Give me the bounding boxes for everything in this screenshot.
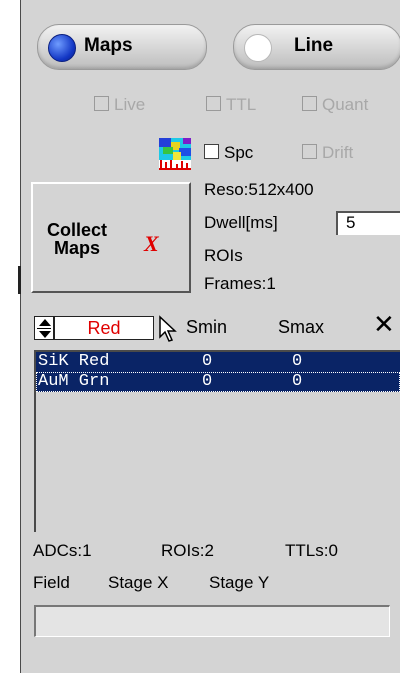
maps-mode-button[interactable]: Maps [37, 24, 207, 70]
line-mode-button[interactable]: Line [233, 24, 400, 70]
collect-maps-label: Collect Maps [47, 221, 107, 257]
ttl-label: TTL [226, 95, 257, 114]
dwell-input[interactable]: 5 [336, 211, 400, 235]
mouse-cursor-icon [159, 315, 177, 342]
collect-label-line2: Maps [53, 238, 100, 258]
checkbox-box-icon [204, 144, 219, 159]
collect-status-x-icon: X [144, 231, 159, 256]
spinner-up-icon [39, 319, 51, 326]
radio-selected-icon [48, 34, 76, 62]
list-item[interactable]: AuM Grn 0 0 [36, 372, 400, 392]
stage-y-label: Stage Y [209, 573, 270, 592]
radio-unselected-icon [244, 34, 272, 62]
checkbox-box-icon [94, 96, 109, 111]
panel-splitter-handle[interactable] [18, 266, 21, 294]
live-checkbox[interactable]: Live [94, 95, 145, 115]
collect-label-line1: Collect [47, 220, 108, 240]
checkbox-box-icon [302, 144, 317, 159]
element-smin: 0 [202, 372, 213, 391]
list-item[interactable]: SiK Red 0 0 [36, 352, 400, 372]
panel-border [20, 0, 21, 673]
element-name: AuM Grn [38, 372, 110, 391]
quant-label: Quant [322, 95, 369, 114]
element-smax: 0 [292, 352, 303, 371]
status-field[interactable] [34, 605, 390, 637]
collect-maps-button[interactable]: Collect Maps X [31, 182, 191, 293]
field-label: Field [33, 573, 70, 592]
ttls-count: TTLs:0 [285, 541, 338, 560]
element-smin: 0 [202, 352, 213, 371]
color-select[interactable]: Red [54, 316, 154, 340]
spectrum-icon [159, 138, 191, 170]
close-icon[interactable]: ✕ [373, 309, 395, 340]
dwell-label: Dwell[ms] [204, 213, 278, 232]
spinner-divider [37, 328, 51, 329]
spc-checkbox[interactable]: Spc [204, 143, 253, 163]
element-list[interactable]: SiK Red 0 0 AuM Grn 0 0 [34, 350, 400, 532]
element-name: SiK Red [38, 352, 110, 371]
live-label: Live [114, 95, 146, 114]
checkbox-box-icon [206, 96, 221, 111]
adcs-count: ADCs:1 [33, 541, 92, 560]
spc-label: Spc [224, 143, 254, 162]
rois-label: ROIs [204, 246, 243, 265]
resolution-text: Reso:512x400 [204, 180, 314, 199]
stage-x-label: Stage X [108, 573, 169, 592]
rois-count: ROIs:2 [161, 541, 214, 560]
line-mode-label: Line [294, 35, 334, 56]
smin-header: Smin [186, 317, 228, 337]
maps-mode-label: Maps [84, 35, 133, 56]
smax-header: Smax [278, 317, 325, 337]
quant-checkbox[interactable]: Quant [302, 95, 368, 115]
element-smax: 0 [292, 372, 303, 391]
checkbox-box-icon [302, 96, 317, 111]
drift-label: Drift [322, 143, 354, 162]
frames-text: Frames:1 [204, 274, 276, 293]
spinner-down-icon [39, 331, 51, 338]
drift-checkbox[interactable]: Drift [302, 143, 353, 163]
ttl-checkbox[interactable]: TTL [206, 95, 256, 115]
color-spinner[interactable] [34, 316, 54, 340]
